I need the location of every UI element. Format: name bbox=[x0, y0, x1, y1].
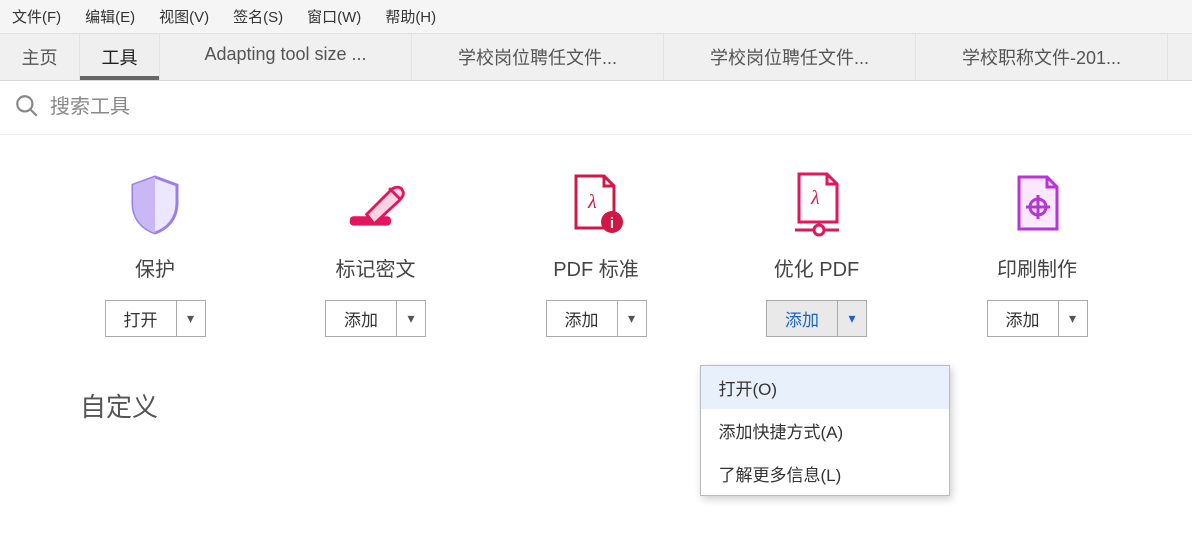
redact-dropdown-arrow[interactable]: ▾ bbox=[397, 301, 425, 336]
print-add-button[interactable]: 添加 bbox=[988, 301, 1059, 336]
menu-view[interactable]: 视图(V) bbox=[153, 4, 215, 29]
print-dropdown-arrow[interactable]: ▾ bbox=[1059, 301, 1087, 336]
tool-protect: 保护 打开 ▾ bbox=[60, 175, 250, 337]
tab-doc-0[interactable]: Adapting tool size ... bbox=[160, 34, 412, 80]
menu-sign[interactable]: 签名(S) bbox=[227, 4, 289, 29]
optimize-split-button: 添加 ▾ bbox=[766, 300, 867, 337]
tab-doc-1[interactable]: 学校岗位聘任文件... bbox=[412, 34, 664, 80]
redact-split-button: 添加 ▾ bbox=[325, 300, 426, 337]
pdfstd-split-button: 添加 ▾ bbox=[546, 300, 647, 337]
tab-doc-2[interactable]: 学校岗位聘任文件... bbox=[664, 34, 916, 80]
caret-down-icon: ▾ bbox=[187, 310, 194, 327]
tool-label: 标记密文 bbox=[336, 253, 416, 282]
print-split-button: 添加 ▾ bbox=[987, 300, 1088, 337]
pdfstd-add-button[interactable]: 添加 bbox=[547, 301, 618, 336]
tool-pdfstandard: λ i PDF 标准 添加 ▾ bbox=[501, 175, 691, 337]
tool-label: 保护 bbox=[135, 253, 175, 282]
pdf-optimize-icon: λ bbox=[787, 175, 847, 235]
tool-redact: 标记密文 添加 ▾ bbox=[281, 175, 471, 337]
dropdown-item-open[interactable]: 打开(O) bbox=[701, 366, 949, 409]
tab-home[interactable]: 主页 bbox=[0, 34, 80, 80]
search-row bbox=[0, 81, 1192, 135]
protect-split-button: 打开 ▾ bbox=[105, 300, 206, 337]
optimize-dropdown-arrow[interactable]: ▾ bbox=[838, 301, 866, 336]
pdfstd-dropdown-arrow[interactable]: ▾ bbox=[618, 301, 646, 336]
dropdown-item-shortcut[interactable]: 添加快捷方式(A) bbox=[701, 409, 949, 452]
tab-doc-3[interactable]: 学校职称文件-201... bbox=[916, 34, 1168, 80]
svg-text:λ: λ bbox=[587, 191, 597, 213]
print-production-icon bbox=[1007, 175, 1067, 235]
protect-dropdown-arrow[interactable]: ▾ bbox=[177, 301, 205, 336]
caret-down-icon: ▾ bbox=[848, 310, 855, 327]
custom-section-heading: 自定义 bbox=[0, 337, 1192, 424]
search-icon bbox=[14, 93, 40, 122]
svg-text:i: i bbox=[610, 215, 614, 232]
redact-icon bbox=[346, 175, 406, 235]
menu-edit[interactable]: 编辑(E) bbox=[79, 4, 141, 29]
tab-tools[interactable]: 工具 bbox=[80, 34, 160, 80]
tools-row: 保护 打开 ▾ 标记密文 添加 ▾ bbox=[0, 135, 1192, 337]
caret-down-icon: ▾ bbox=[407, 310, 414, 327]
protect-open-button[interactable]: 打开 bbox=[106, 301, 177, 336]
optimize-dropdown-menu: 打开(O) 添加快捷方式(A) 了解更多信息(L) bbox=[700, 365, 950, 496]
dropdown-item-more[interactable]: 了解更多信息(L) bbox=[701, 452, 949, 495]
tool-print: 印刷制作 添加 ▾ bbox=[942, 175, 1132, 337]
tool-label: 印刷制作 bbox=[997, 253, 1077, 282]
svg-text:λ: λ bbox=[810, 187, 820, 209]
menu-help[interactable]: 帮助(H) bbox=[379, 4, 442, 29]
optimize-add-button[interactable]: 添加 bbox=[767, 301, 838, 336]
caret-down-icon: ▾ bbox=[1069, 310, 1076, 327]
redact-add-button[interactable]: 添加 bbox=[326, 301, 397, 336]
tool-optimize: λ 优化 PDF 添加 ▾ 打开(O) 添加快捷方式(A) 了解更多信息(L) bbox=[722, 175, 912, 337]
pdf-info-icon: λ i bbox=[566, 175, 626, 235]
menu-window[interactable]: 窗口(W) bbox=[301, 4, 367, 29]
shield-icon bbox=[125, 175, 185, 235]
tool-label: 优化 PDF bbox=[774, 253, 860, 282]
tool-label: PDF 标准 bbox=[553, 253, 639, 282]
menu-bar: 文件(F) 编辑(E) 视图(V) 签名(S) 窗口(W) 帮助(H) bbox=[0, 0, 1192, 34]
tab-bar: 主页 工具 Adapting tool size ... 学校岗位聘任文件...… bbox=[0, 34, 1192, 81]
menu-file[interactable]: 文件(F) bbox=[6, 4, 67, 29]
search-input[interactable] bbox=[50, 96, 450, 119]
caret-down-icon: ▾ bbox=[628, 310, 635, 327]
